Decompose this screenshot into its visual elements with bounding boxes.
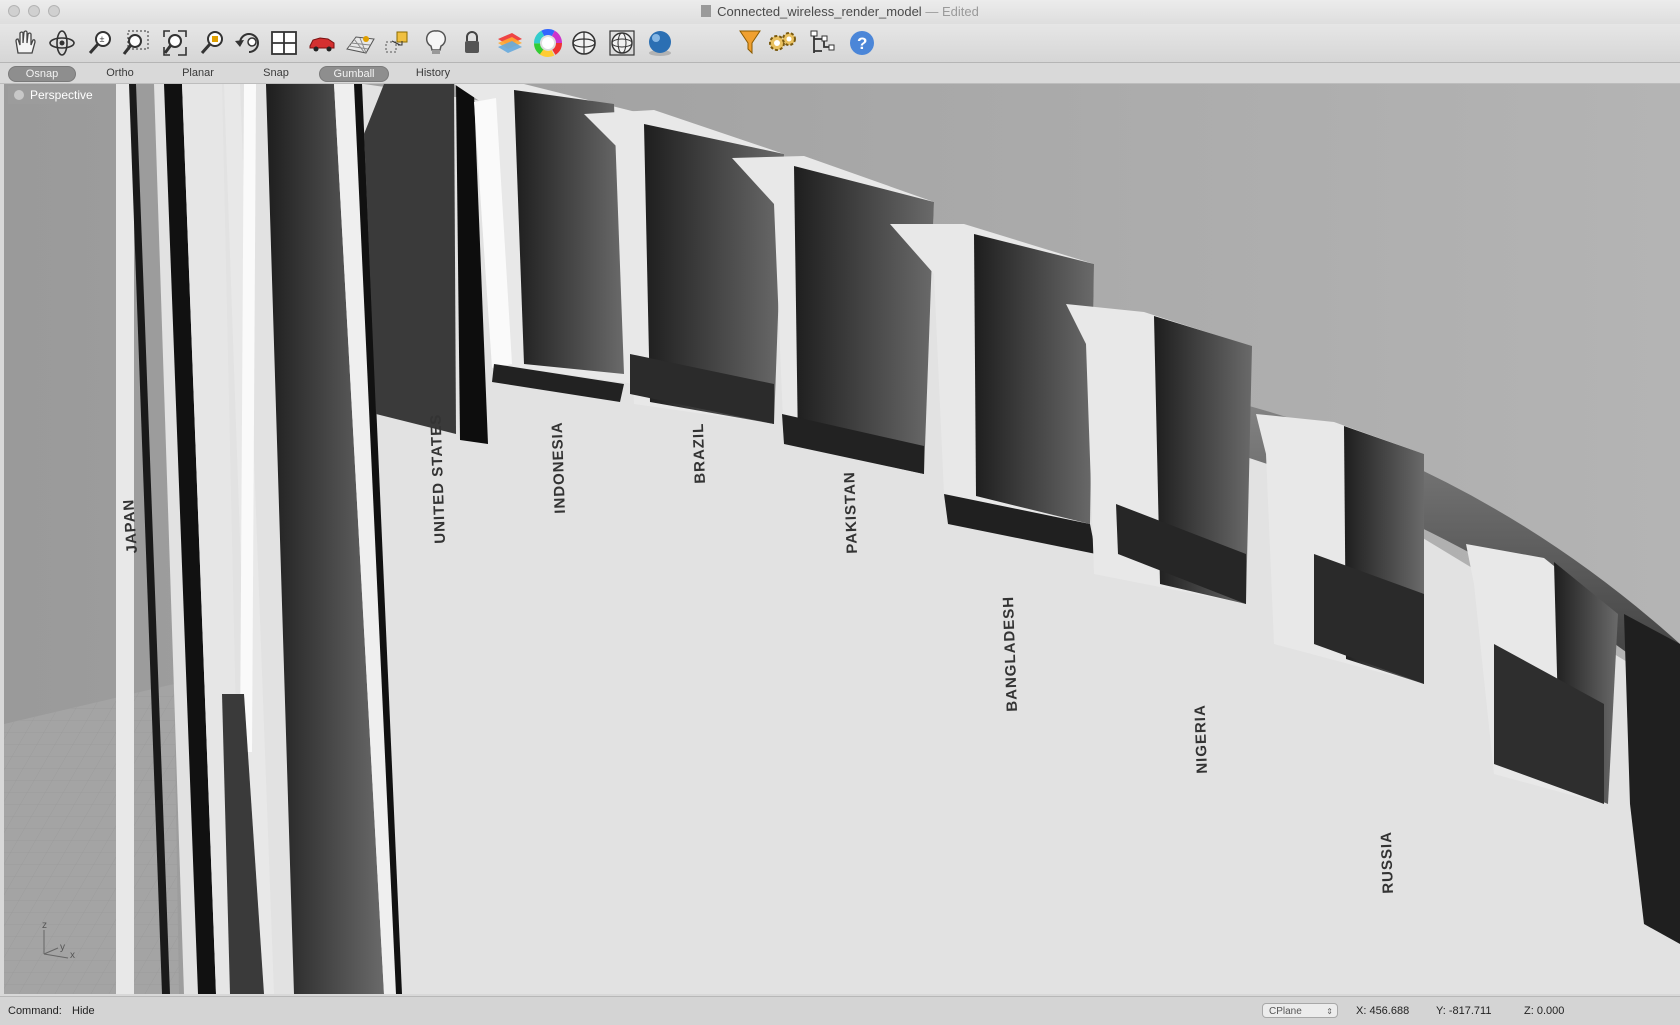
status-bar: Command: Hide CPlane ⇕ X: 456.688 Y: -81…	[0, 996, 1680, 1025]
svg-text:?: ?	[857, 34, 867, 53]
rotate-view-icon[interactable]	[46, 27, 78, 59]
selection-filter-icon[interactable]	[734, 27, 766, 59]
settings-gears-icon[interactable]	[766, 27, 798, 59]
cplane-value: CPlane	[1269, 1006, 1302, 1017]
history-toggle[interactable]: History	[404, 66, 462, 80]
model-render	[4, 84, 1680, 994]
dropdown-arrows-icon: ⇕	[1326, 1007, 1333, 1016]
viewport-name: Perspective	[30, 88, 93, 102]
title-bar: Connected_wireless_render_model — Edited	[0, 0, 1680, 24]
edited-status: Edited	[941, 4, 979, 19]
transform-icon[interactable]	[382, 27, 414, 59]
command-input[interactable]: Hide	[72, 1005, 95, 1017]
render-sphere-icon[interactable]	[644, 27, 676, 59]
cplane-dropdown[interactable]: CPlane ⇕	[1262, 1003, 1338, 1018]
color-wheel-icon[interactable]	[532, 27, 564, 59]
window-title: Connected_wireless_render_model — Edited	[0, 4, 1680, 19]
zoom-selected-icon[interactable]	[196, 27, 228, 59]
osnap-toggle[interactable]: Osnap	[8, 66, 76, 82]
axis-x-label: x	[70, 950, 75, 961]
command-label: Command:	[8, 1005, 62, 1017]
zoom-icon[interactable]: ±	[84, 27, 116, 59]
pan-icon[interactable]	[8, 27, 40, 59]
coord-y: Y: -817.711	[1436, 1005, 1492, 1017]
country-label: RUSSIA	[1377, 830, 1397, 894]
mode-bar: Osnap Ortho Planar Snap Gumball History	[0, 63, 1680, 84]
gumball-toggle[interactable]: Gumball	[319, 66, 389, 82]
edited-separator: —	[925, 4, 939, 19]
country-label: NIGERIA	[1191, 703, 1211, 774]
country-label: PAKISTAN	[841, 471, 861, 554]
document-name: Connected_wireless_render_model	[717, 4, 922, 19]
sphere-wire-icon[interactable]	[568, 27, 600, 59]
coord-z: Z: 0.000	[1524, 1005, 1565, 1017]
undo-view-icon[interactable]	[232, 27, 264, 59]
viewport-title[interactable]: Perspective	[8, 86, 99, 104]
car-object-icon[interactable]	[306, 27, 338, 59]
zoom-extents-icon[interactable]	[158, 27, 190, 59]
country-label: INDONESIA	[548, 421, 569, 514]
history-tree-icon[interactable]	[806, 27, 838, 59]
zoom-window-icon[interactable]	[120, 27, 152, 59]
ortho-toggle[interactable]: Ortho	[92, 66, 148, 80]
axis-y-label: y	[60, 942, 65, 953]
axis-z-label: z	[42, 920, 47, 931]
viewport-menu-icon[interactable]	[14, 90, 24, 100]
light-bulb-icon[interactable]	[420, 27, 452, 59]
perspective-viewport[interactable]: Perspective JAPAN UNITED STATES INDONESI…	[4, 84, 1680, 994]
country-label: BRAZIL	[689, 422, 709, 484]
planar-toggle[interactable]: Planar	[168, 66, 228, 80]
mesh-sphere-icon[interactable]	[606, 27, 638, 59]
layers-icon[interactable]	[494, 27, 526, 59]
viewport-layout-icon[interactable]	[268, 27, 300, 59]
snap-toggle[interactable]: Snap	[246, 66, 306, 80]
grid-plane-icon[interactable]	[344, 27, 376, 59]
main-toolbar: ± ?	[0, 24, 1680, 63]
lock-icon[interactable]	[456, 27, 488, 59]
svg-text:±: ±	[100, 34, 105, 44]
help-icon[interactable]: ?	[846, 27, 878, 59]
document-icon	[701, 5, 712, 17]
coord-x: X: 456.688	[1356, 1005, 1410, 1017]
